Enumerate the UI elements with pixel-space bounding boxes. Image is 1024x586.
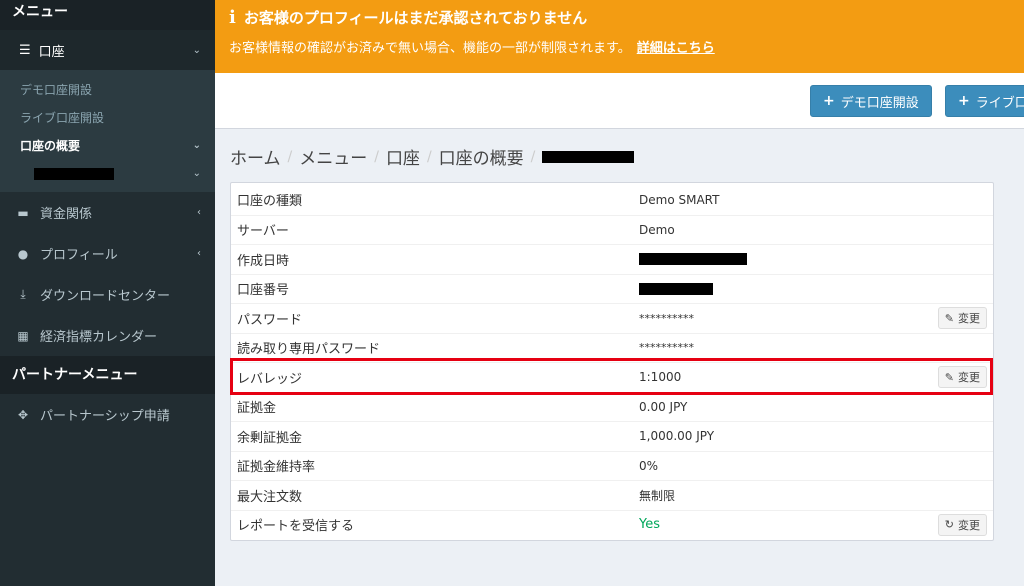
submenu-demo-open[interactable]: デモ口座開設 (0, 76, 215, 104)
user-icon: ● (17, 246, 29, 261)
open-live-account-button[interactable]: + ライブ口 (945, 85, 1024, 117)
chevron-down-icon: ⌄ (192, 44, 201, 56)
profile-warning-banner: i お客様のプロフィールはまだ承認されておりません お客様情報の確認がお済みで無… (215, 0, 1024, 73)
table-row: レバレッジ 1:1000 ✎ 変更 (231, 362, 993, 392)
alert-title: お客様のプロフィールはまだ承認されておりません (243, 9, 588, 27)
breadcrumb-redacted-account (542, 150, 635, 163)
change-report-button[interactable]: ↻ 変更 (937, 513, 987, 536)
breadcrumb-account[interactable]: 口座 (386, 144, 420, 169)
table-row: 口座の種類 Demo SMART (237, 192, 720, 210)
change-password-button[interactable]: ✎ 変更 (937, 307, 987, 330)
calendar-icon: ▦ (17, 328, 29, 343)
partner-menu-header: パートナーメニュー (0, 356, 215, 394)
table-row: パスワード ********** ✎ 変更 (231, 303, 993, 333)
chevron-down-icon: ⌄ (192, 168, 201, 179)
table-row: レポートを受信する Yes ↻ 変更 (231, 509, 993, 540)
sidebar-item-partnership[interactable]: ✥ パートナーシップ申請 (0, 394, 215, 435)
handshake-icon: ✥ (17, 407, 29, 422)
refresh-icon: ↻ (944, 518, 954, 532)
plus-icon: + (958, 93, 970, 109)
sidebar: メニュー ☰ 口座 ⌄ デモ口座開設 ライブ口座開設 口座の概要 ⌄ ⌄ ▬ 資… (0, 0, 215, 586)
submenu-account-overview[interactable]: 口座の概要 ⌄ (0, 132, 215, 160)
list-icon: ☰ (19, 42, 31, 58)
submenu-live-open[interactable]: ライブ口座開設 (0, 104, 215, 132)
submenu-account-number[interactable]: ⌄ (0, 160, 215, 188)
breadcrumb: ホーム / メニュー / 口座 / 口座の概要 / (230, 144, 635, 169)
open-demo-account-button[interactable]: + デモ口座開設 (810, 85, 932, 117)
table-row: 証拠金維持率 0% (231, 450, 993, 481)
table-row: 読み取り専用パスワード ********** (231, 332, 993, 363)
sidebar-item-funds[interactable]: ▬ 資金関係 ‹ (0, 192, 215, 233)
sidebar-item-calendar[interactable]: ▦ 経済指標カレンダー (0, 315, 215, 356)
download-icon: ⤓ (20, 287, 26, 301)
table-row: サーバー Demo (231, 214, 993, 245)
table-row: 余剰証拠金 1,000.00 JPY (231, 421, 993, 451)
breadcrumb-menu[interactable]: メニュー (299, 144, 367, 169)
menu-header: メニュー (0, 0, 215, 30)
table-row: 作成日時 (231, 244, 993, 274)
table-row: 最大注文数 無制限 (231, 480, 993, 510)
wallet-icon: ▬ (17, 205, 29, 220)
chevron-left-icon: ‹ (197, 248, 201, 259)
chevron-left-icon: ‹ (197, 207, 201, 218)
account-submenu: デモ口座開設 ライブ口座開設 口座の概要 ⌄ ⌄ (0, 70, 215, 192)
table-row: 証拠金 0.00 JPY (231, 391, 993, 422)
account-details-table: 口座の種類 Demo SMART サーバー Demo 作成日時 口座番号 パスワ… (230, 182, 994, 541)
info-icon: i (229, 7, 236, 28)
redacted-account (34, 168, 114, 180)
chevron-down-icon: ⌄ (192, 140, 201, 151)
alert-body: お客様情報の確認がお済みで無い場合、機能の一部が制限されます。 (229, 41, 631, 56)
edit-icon: ✎ (944, 370, 954, 384)
plus-icon: + (823, 93, 835, 109)
change-leverage-button[interactable]: ✎ 変更 (937, 366, 987, 389)
sidebar-item-label: 口座 (38, 44, 65, 60)
edit-icon: ✎ (944, 311, 954, 325)
toolbar: + デモ口座開設 + ライブ口 (215, 73, 1024, 129)
sidebar-item-account[interactable]: ☰ 口座 ⌄ (0, 30, 215, 70)
table-row: 口座番号 (231, 273, 993, 304)
sidebar-item-download[interactable]: ⤓ ダウンロードセンター (0, 274, 215, 315)
redacted-created-date (639, 253, 747, 266)
details-link[interactable]: 詳細はこちら (637, 41, 715, 56)
redacted-account-number (639, 282, 713, 295)
sidebar-item-profile[interactable]: ● プロフィール ‹ (0, 233, 215, 274)
breadcrumb-home[interactable]: ホーム (230, 144, 281, 169)
breadcrumb-account-overview[interactable]: 口座の概要 (439, 144, 524, 169)
